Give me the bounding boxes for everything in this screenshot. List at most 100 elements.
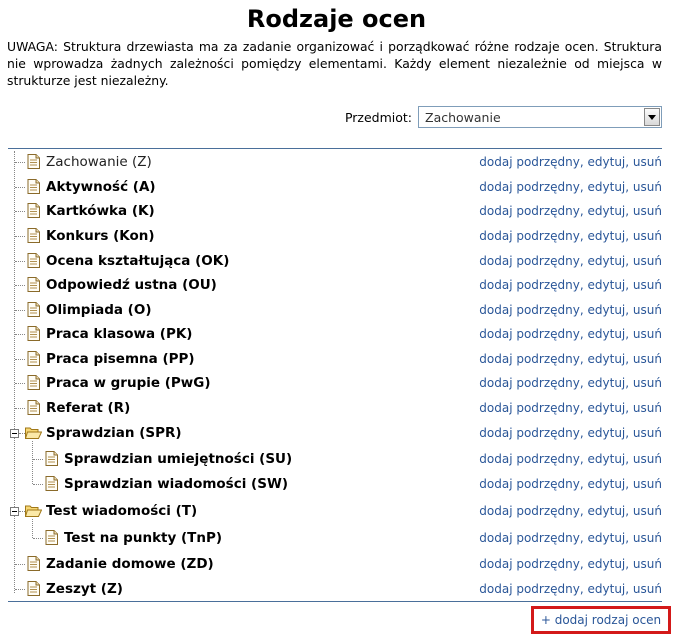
add-child-link[interactable]: dodaj podrzędny [479, 477, 580, 491]
delete-link[interactable]: usuń [633, 278, 662, 292]
document-icon [27, 203, 41, 218]
edit-link[interactable]: edytuj [588, 303, 626, 317]
add-child-link[interactable]: dodaj podrzędny [479, 504, 580, 518]
add-child-link[interactable]: dodaj podrzędny [479, 452, 580, 466]
delete-link[interactable]: usuń [633, 504, 662, 518]
action-separator: , [579, 557, 584, 571]
action-separator: , [625, 376, 630, 390]
delete-link[interactable]: usuń [633, 426, 662, 440]
delete-link[interactable]: usuń [633, 352, 662, 366]
add-child-link[interactable]: dodaj podrzędny [479, 303, 580, 317]
document-icon [27, 400, 41, 415]
add-child-link[interactable]: dodaj podrzędny [479, 254, 580, 268]
tree-item-label: Olimpiada (O) [46, 302, 152, 318]
add-child-link[interactable]: dodaj podrzędny [479, 401, 580, 415]
tree-item-label: Zachowanie (Z) [46, 154, 152, 170]
edit-link[interactable]: edytuj [588, 229, 626, 243]
add-child-link[interactable]: dodaj podrzędny [479, 582, 580, 596]
edit-link[interactable]: edytuj [588, 204, 626, 218]
add-child-link[interactable]: dodaj podrzędny [479, 376, 580, 390]
tree-item-actions: dodaj podrzędny, edytuj, usuń [479, 580, 662, 598]
edit-link[interactable]: edytuj [588, 401, 626, 415]
tree-horizontal-connector [15, 310, 25, 311]
edit-link[interactable]: edytuj [588, 452, 626, 466]
add-child-link[interactable]: dodaj podrzędny [479, 180, 580, 194]
document-icon [45, 451, 59, 466]
add-child-link[interactable]: dodaj podrzędny [479, 557, 580, 571]
delete-link[interactable]: usuń [633, 452, 662, 466]
delete-link[interactable]: usuń [633, 531, 662, 545]
delete-link[interactable]: usuń [633, 557, 662, 571]
delete-link[interactable]: usuń [633, 204, 662, 218]
tree-item-label: Praca w grupie (PwG) [46, 375, 211, 391]
tree-vertical-connector [32, 441, 33, 484]
edit-link[interactable]: edytuj [588, 327, 626, 341]
tree-item-actions: dodaj podrzędny, edytuj, usuń [479, 424, 662, 442]
add-child-link[interactable]: dodaj podrzędny [479, 531, 580, 545]
document-icon [27, 253, 41, 268]
delete-link[interactable]: usuń [633, 303, 662, 317]
collapse-toggle[interactable] [10, 429, 19, 438]
delete-link[interactable]: usuń [633, 327, 662, 341]
edit-link[interactable]: edytuj [588, 155, 626, 169]
collapse-toggle[interactable] [10, 507, 19, 516]
delete-link[interactable]: usuń [633, 180, 662, 194]
document-icon [27, 375, 41, 390]
add-child-link[interactable]: dodaj podrzędny [479, 278, 580, 292]
delete-link[interactable]: usuń [633, 477, 662, 491]
tree-bottom-divider [8, 601, 662, 602]
action-separator: , [579, 582, 584, 596]
edit-link[interactable]: edytuj [588, 278, 626, 292]
tree-horizontal-connector [15, 383, 25, 384]
tree-item-label: Test na punkty (TnP) [64, 530, 223, 546]
edit-link[interactable]: edytuj [588, 582, 626, 596]
edit-link[interactable]: edytuj [588, 504, 626, 518]
tree-item-label: Sprawdzian umiejętności (SU) [64, 451, 293, 467]
document-icon [45, 476, 59, 491]
add-child-link[interactable]: dodaj podrzędny [479, 327, 580, 341]
add-grade-type-highlight: + dodaj rodzaj ocen [531, 606, 671, 634]
tree-item-actions: dodaj podrzędny, edytuj, usuń [479, 350, 662, 368]
edit-link[interactable]: edytuj [588, 254, 626, 268]
delete-link[interactable]: usuń [633, 376, 662, 390]
delete-link[interactable]: usuń [633, 229, 662, 243]
add-child-link[interactable]: dodaj podrzędny [479, 155, 580, 169]
action-separator: , [579, 327, 584, 341]
delete-link[interactable]: usuń [633, 401, 662, 415]
action-separator: , [625, 204, 630, 218]
tree-item-label: Praca pisemna (PP) [46, 351, 195, 367]
document-icon [27, 228, 41, 243]
delete-link[interactable]: usuń [633, 582, 662, 596]
tree-item-label: Sprawdzian (SPR) [46, 425, 182, 441]
add-child-link[interactable]: dodaj podrzędny [479, 426, 580, 440]
tree-item-actions: dodaj podrzędny, edytuj, usuń [479, 529, 662, 547]
edit-link[interactable]: edytuj [588, 531, 626, 545]
tree-horizontal-connector [15, 359, 25, 360]
edit-link[interactable]: edytuj [588, 477, 626, 491]
tree-vertical-connector [32, 519, 33, 538]
add-child-link[interactable]: dodaj podrzędny [479, 352, 580, 366]
action-separator: , [625, 582, 630, 596]
add-child-link[interactable]: dodaj podrzędny [479, 204, 580, 218]
tree-item-label: Kartkówka (K) [46, 203, 155, 219]
edit-link[interactable]: edytuj [588, 426, 626, 440]
document-icon [27, 302, 41, 317]
add-grade-type-link[interactable]: + dodaj rodzaj ocen [541, 613, 661, 627]
edit-link[interactable]: edytuj [588, 557, 626, 571]
tree-item-label: Test wiadomości (T) [46, 503, 198, 519]
tree-horizontal-connector [15, 334, 25, 335]
action-separator: , [625, 531, 630, 545]
edit-link[interactable]: edytuj [588, 376, 626, 390]
add-child-link[interactable]: dodaj podrzędny [479, 229, 580, 243]
action-separator: , [625, 452, 630, 466]
tree-vertical-connector [14, 151, 15, 593]
edit-link[interactable]: edytuj [588, 352, 626, 366]
edit-link[interactable]: edytuj [588, 180, 626, 194]
action-separator: , [579, 204, 584, 218]
delete-link[interactable]: usuń [633, 254, 662, 268]
delete-link[interactable]: usuń [633, 155, 662, 169]
action-separator: , [625, 254, 630, 268]
grade-types-tree: Zachowanie (Z) dodaj podrzędny, edytuj, u… [0, 0, 673, 638]
tree-item-actions: dodaj podrzędny, edytuj, usuń [479, 153, 662, 171]
action-separator: , [625, 352, 630, 366]
